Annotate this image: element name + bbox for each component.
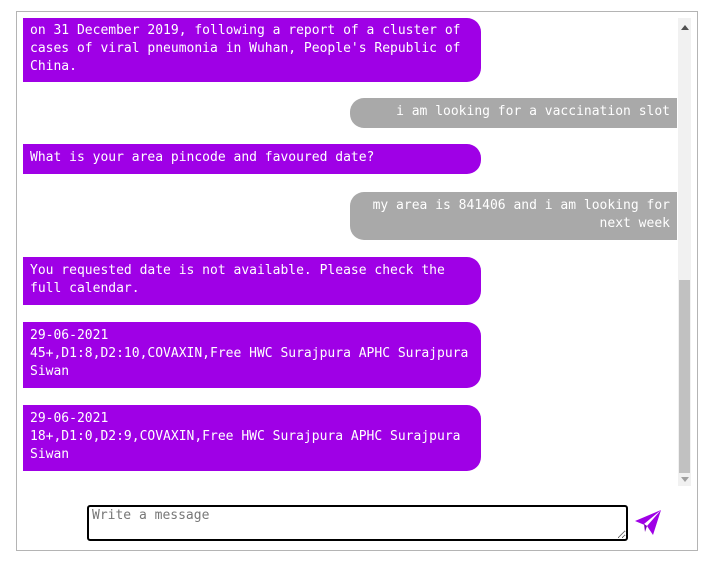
- chat-widget: on 31 December 2019, following a report …: [16, 11, 698, 551]
- bot-message: What is your area pincode and favoured d…: [23, 144, 481, 174]
- bot-message: on 31 December 2019, following a report …: [23, 18, 481, 82]
- scrollbar-thumb[interactable]: [679, 280, 690, 473]
- user-message: my area is 841406 and i am looking for n…: [350, 192, 677, 240]
- message-input[interactable]: [87, 505, 628, 541]
- bot-message: You requested date is not available. Ple…: [23, 257, 481, 305]
- send-paper-plane-icon: [635, 510, 661, 535]
- bot-message: 29-06-2021 18+,D1:0,D2:9,COVAXIN,Free HW…: [23, 405, 481, 471]
- scroll-up-arrow-icon[interactable]: [678, 20, 691, 34]
- message-scrollbar[interactable]: [678, 18, 691, 486]
- bot-message: 29-06-2021 45+,D1:8,D2:10,COVAXIN,Free H…: [23, 322, 481, 388]
- scroll-down-arrow-icon[interactable]: [678, 472, 691, 486]
- message-list[interactable]: on 31 December 2019, following a report …: [17, 12, 677, 492]
- send-button[interactable]: [632, 508, 664, 538]
- user-message: i am looking for a vaccination slot: [350, 98, 677, 128]
